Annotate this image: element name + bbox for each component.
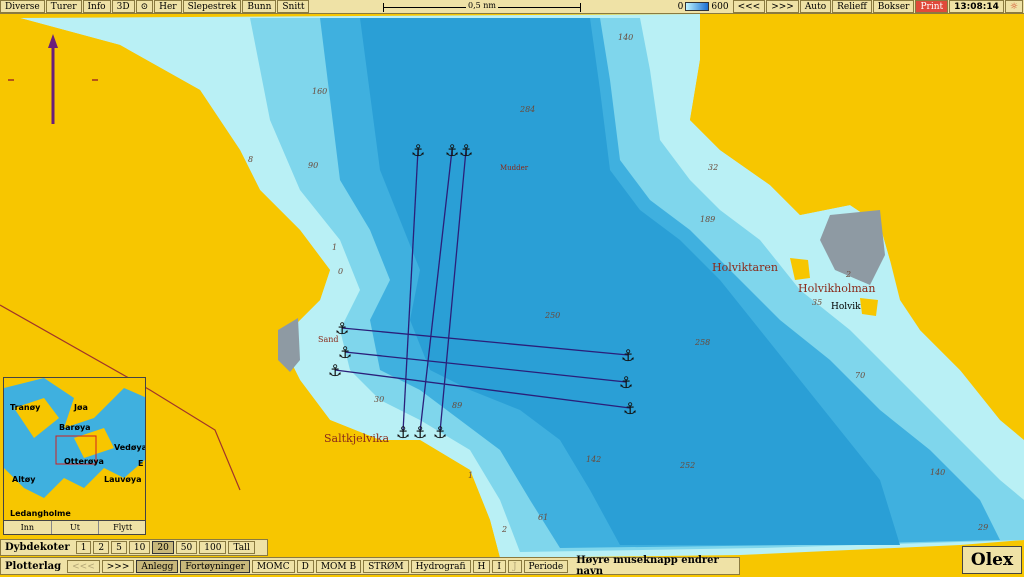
minimap-label: E xyxy=(138,459,144,468)
depth-number: 32 xyxy=(708,163,718,172)
layer-button-momc[interactable]: MOMC xyxy=(251,559,295,573)
layer-button-mom-b[interactable]: MOM B xyxy=(315,559,362,573)
minimap-label: Tranøy xyxy=(10,403,41,412)
layer-button-i[interactable]: I xyxy=(492,559,506,573)
layer-button-d[interactable]: D xyxy=(296,559,314,573)
depth-max: 600 xyxy=(711,1,729,12)
depth-number: 0 xyxy=(338,267,343,276)
depth-number: 8 xyxy=(248,155,253,164)
hint-text: Høyre museknapp endrer navn xyxy=(576,555,719,577)
sun-icon[interactable]: ☼ xyxy=(1004,0,1023,13)
contour-option-20[interactable]: 20 xyxy=(152,541,174,554)
layers-prev-button[interactable]: <<< xyxy=(67,559,100,573)
top-toolbar: Diverse Turer Info 3D ⊙ Her Slepestrek B… xyxy=(0,0,1024,14)
depth-contour-bar: Dybdekoter 1 2 5 10 20 50 100 Tall xyxy=(0,539,268,556)
minimap-label: Barøya xyxy=(59,423,91,432)
depth-number: 89 xyxy=(452,401,462,410)
depth-number: 189 xyxy=(700,215,715,224)
minimap-label: Ledangholme xyxy=(10,509,71,518)
depth-number: 30 xyxy=(374,395,384,404)
depth-number: 252 xyxy=(679,461,695,470)
depth-number: 1 xyxy=(468,471,473,480)
menu-diverse[interactable]: Diverse xyxy=(0,0,45,13)
depth-number: 140 xyxy=(618,33,633,42)
menu-turer[interactable]: Turer xyxy=(45,0,82,13)
layer-button-periode[interactable]: Periode xyxy=(523,559,569,573)
layer-button-anlegg[interactable]: Anlegg xyxy=(136,559,179,573)
menu-bunn[interactable]: Bunn xyxy=(242,0,277,13)
depth-number: 1 xyxy=(332,243,337,252)
depth-number: 90 xyxy=(308,161,318,170)
place-label: Holvik xyxy=(831,302,861,312)
depth-number: 29 xyxy=(977,523,988,532)
prev-button[interactable]: <<< xyxy=(732,0,766,13)
contour-option-10[interactable]: 10 xyxy=(128,541,151,554)
relieff-button[interactable]: Relieff xyxy=(832,0,872,13)
place-label: Holvikholman xyxy=(798,282,875,295)
minimap-label: Otterøya xyxy=(64,457,104,466)
menu-snitt[interactable]: Snitt xyxy=(277,0,310,13)
place-label: Mudder xyxy=(500,164,529,172)
layers-next-button[interactable]: >>> xyxy=(101,559,135,573)
place-label: Holviktaren xyxy=(712,261,778,274)
zoom-in-button[interactable]: Inn xyxy=(4,521,52,534)
depth-number: 2 xyxy=(501,525,507,534)
contour-option-100[interactable]: 100 xyxy=(199,541,227,554)
clock: 13:08:14 xyxy=(949,0,1004,13)
minimap-label: Altøy xyxy=(12,475,36,484)
layer-button-h[interactable]: H xyxy=(472,559,491,573)
depth-number: 142 xyxy=(586,455,601,464)
print-button[interactable]: Print xyxy=(915,0,949,13)
contour-option-2[interactable]: 2 xyxy=(93,541,110,554)
depth-color-scale[interactable]: 0 600 xyxy=(674,2,733,12)
depth-number: 140 xyxy=(930,468,945,477)
depth-min: 0 xyxy=(677,1,684,12)
menu-3d[interactable]: 3D xyxy=(111,0,135,13)
zoom-out-button[interactable]: Ut xyxy=(52,521,100,534)
auto-button[interactable]: Auto xyxy=(799,0,832,13)
contour-option-tall[interactable]: Tall xyxy=(228,541,255,554)
depth-contour-label: Dybdekoter xyxy=(5,542,70,553)
layer-button-strøm[interactable]: STRØM xyxy=(363,559,409,573)
scale-bar: 0,5 nm xyxy=(383,1,581,13)
move-button[interactable]: Flytt xyxy=(99,521,145,534)
plotter-layer-bar: Plotterlag <<< >>> Anlegg Fortøyninger MOM… xyxy=(0,555,740,577)
bokser-button[interactable]: Bokser xyxy=(872,0,915,13)
menu-her[interactable]: Her xyxy=(154,0,182,13)
depth-number: 160 xyxy=(312,87,327,96)
layer-button-fortøyninger[interactable]: Fortøyninger xyxy=(180,559,250,573)
minimap-label: Vedøya xyxy=(114,443,146,452)
depth-number: 284 xyxy=(519,105,535,114)
layer-button-j[interactable]: J xyxy=(507,559,522,573)
olex-logo: Olex xyxy=(962,546,1022,574)
minimap-label: Lauvøya xyxy=(104,475,142,484)
scale-label: 0,5 nm xyxy=(465,1,498,10)
contour-option-50[interactable]: 50 xyxy=(175,541,198,554)
depth-number: 35 xyxy=(812,298,822,307)
menu-slepestrek[interactable]: Slepestrek xyxy=(182,0,242,13)
overview-minimap[interactable]: Tranøy Jøa Barøya Otterøya Vedøya Altøy Lauvøy… xyxy=(3,377,146,535)
next-button[interactable]: >>> xyxy=(766,0,799,13)
minimap-controls: Inn Ut Flytt xyxy=(4,520,145,534)
plotter-layer-label: Plotterlag xyxy=(5,560,62,572)
depth-number: 250 xyxy=(544,311,560,320)
depth-number: 61 xyxy=(538,513,548,522)
target-icon[interactable]: ⊙ xyxy=(135,0,154,13)
menu-info[interactable]: Info xyxy=(82,0,111,13)
depth-number: 70 xyxy=(855,371,865,380)
contour-option-5[interactable]: 5 xyxy=(111,541,127,554)
depth-number: 258 xyxy=(694,338,710,347)
place-label: Saltkjelvika xyxy=(324,432,390,445)
layer-button-hydrografi[interactable]: Hydrografi xyxy=(410,559,471,573)
contour-option-1[interactable]: 1 xyxy=(75,541,92,554)
minimap-label: Jøa xyxy=(74,403,88,412)
depth-gradient xyxy=(685,2,710,11)
depth-number: 2 xyxy=(845,270,851,279)
place-label: Sand xyxy=(318,335,339,344)
